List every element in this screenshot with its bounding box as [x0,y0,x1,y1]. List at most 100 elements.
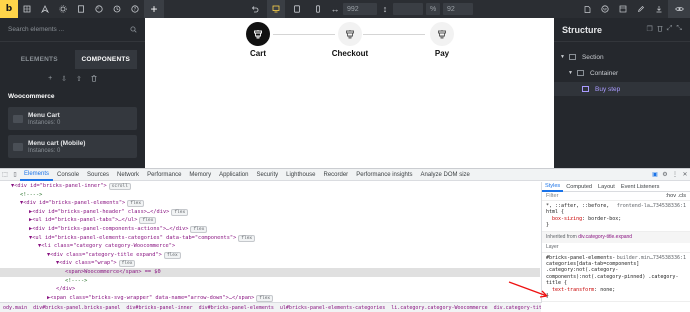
devtools-tab[interactable]: Console [53,169,83,181]
devtools-tab[interactable]: Lighthouse [282,169,319,181]
layout-badge[interactable]: flex [118,260,136,268]
breadcrumb-item[interactable]: div.category-title.expand [491,303,541,312]
step-pay[interactable]: Pay [412,22,472,58]
styles-tab[interactable]: Computed [563,182,595,192]
pages-icon[interactable] [72,0,90,18]
tab-elements[interactable]: ELEMENTS [8,50,71,69]
dom-node-line[interactable]: </div> [0,285,540,294]
layout-badge[interactable]: flex [238,234,256,242]
chevron-down-icon[interactable]: ▼ [560,54,565,60]
devtools-tab[interactable]: Analyze DOM size [417,169,474,181]
layout-badge[interactable]: flex [256,294,274,302]
download-icon[interactable] [650,0,668,18]
devtools-tab[interactable]: Elements [20,169,54,181]
component-item[interactable]: Menu Cart Instances: 0 [8,107,137,130]
step-checkout[interactable]: Checkout [320,22,380,58]
tab-components[interactable]: COMPONENTS [74,50,137,69]
copy-icon[interactable]: ❐ [647,25,653,34]
expand-icon[interactable]: ⤢ [667,25,673,34]
template-icon[interactable] [614,0,632,18]
settings-icon[interactable] [54,0,72,18]
dom-node-line[interactable]: ▼<div class="category-title expand"> flex [0,251,540,260]
dom-node-line[interactable]: ▶<ul id="bricks-panel-tabs">…</ul> flex [0,216,540,225]
dom-node-line[interactable]: <span>Woocommerce</span> == $0 [0,267,540,277]
wordpress-icon[interactable]: W [596,0,614,18]
dom-node-line[interactable]: ▼<div id="bricks-panel-elements"> flex [0,199,540,208]
category-title[interactable]: Woocommerce [0,90,145,102]
dom-node-line[interactable]: ▼<ul id="bricks-panel-elements-categorie… [0,234,540,243]
devtools-tab[interactable]: Performance [143,169,185,181]
dom-tree[interactable]: ▼<div id="bricks-panel-inner"> scroll <!--… [0,182,540,303]
import-icon[interactable]: ⇩ [61,75,67,84]
more-options-icon[interactable]: ⋮ [670,171,680,178]
breadcrumb-item[interactable]: div#bricks-panel.bricks-panel [30,303,123,312]
styles-tab[interactable]: Event Listeners [618,182,663,192]
devtools-tab[interactable]: Performance insights [352,169,416,181]
zoom-input[interactable]: 92 [443,3,473,15]
devtools-tab[interactable]: Network [113,169,143,181]
component-item[interactable]: Menu cart (Mobile) Instances: 0 [8,135,137,158]
breakpoint-width-input[interactable]: 992 [343,3,377,15]
breakpoint-height-input[interactable] [393,3,423,15]
devtools-tab[interactable]: Recorder [320,169,353,181]
structure-item-section[interactable]: ▼ Section [554,50,690,64]
preview-eye-icon[interactable] [668,0,690,18]
structure-item-container[interactable]: ▼ Container [554,66,690,80]
step-cart[interactable]: Cart [228,22,288,58]
export-icon[interactable]: ⇧ [76,75,82,84]
mobile-breakpoint-icon[interactable] [309,0,327,18]
dom-node-line[interactable]: ▼<li class="category category-Woocommerc… [0,242,540,251]
tablet-breakpoint-icon[interactable] [288,0,306,18]
undo-icon[interactable] [246,0,264,18]
breadcrumb-item[interactable]: li.category.category-Woocommerce [388,303,490,312]
elements-icon[interactable] [18,0,36,18]
search-input[interactable]: Search elements ... [8,26,64,33]
dom-node-line[interactable]: ▶<div id="bricks-panel-components-action… [0,225,540,234]
collapse-icon[interactable]: ⤡ [676,25,682,34]
close-icon[interactable]: ✕ [680,171,690,178]
layout-badge[interactable]: flex [171,208,189,216]
dom-node-line[interactable]: <!----> [0,277,540,286]
devtools-tab[interactable]: Memory [185,169,215,181]
styles-filter-input[interactable]: Filter [546,193,558,199]
breadcrumb-item[interactable]: ul#bricks-panel-elements-categories [277,303,388,312]
devtools-tab[interactable]: Security [252,169,282,181]
layout-badge[interactable]: flex [139,217,157,225]
state-tools[interactable]: :hov .cls [665,193,686,199]
delete-icon[interactable] [657,25,663,34]
settings-gear-icon[interactable]: ⚙ [660,171,670,178]
history-icon[interactable] [108,0,126,18]
rule-source[interactable]: frontend-la…734538336:1 [617,203,686,209]
breadcrumb-item[interactable]: div#bricks-panel-elements [196,303,277,312]
add-component-icon[interactable]: + [48,75,52,84]
color-palette-icon[interactable] [90,0,108,18]
layout-badge[interactable]: flex [127,200,145,208]
dom-node-line[interactable]: <!----> [0,191,540,200]
help-icon[interactable]: ? [126,0,144,18]
desktop-breakpoint-icon[interactable] [267,0,285,18]
device-toggle-icon[interactable]: ▯ [10,171,20,178]
layout-badge[interactable]: flex [163,251,181,259]
preview-icon[interactable] [578,0,596,18]
devtools-tab[interactable]: Sources [83,169,113,181]
devtools-tab[interactable]: Application [215,169,252,181]
breadcrumb-item[interactable]: div#bricks-panel-inner [123,303,195,312]
breadcrumb-item[interactable]: ody.main [0,303,30,312]
layout-badge[interactable]: flex [190,225,208,233]
dom-node-line[interactable]: ▼<div id="bricks-panel-inner"> scroll [0,182,540,191]
bricks-logo-button[interactable]: b [0,0,18,18]
styles-tab[interactable]: Layout [595,182,618,192]
chevron-down-icon[interactable]: ▼ [568,70,573,76]
trash-icon[interactable] [91,75,97,84]
layout-badge[interactable]: scroll [108,183,131,190]
styles-tab[interactable]: Styles [542,182,564,192]
add-element-button[interactable]: + [144,0,164,18]
dom-node-line[interactable]: ▼<div class="wrap"> flex [0,259,540,268]
edit-icon[interactable] [632,0,650,18]
dom-node-line[interactable]: ▶<div id="bricks-panel-header" class>…</… [0,208,540,217]
navigator-icon[interactable] [36,0,54,18]
issues-icon[interactable]: ▣ [650,171,660,178]
inspect-icon[interactable]: ⬚ [0,171,10,178]
structure-item-buy-step[interactable]: Buy step [554,82,690,96]
inherited-element-link[interactable]: div.category-title.expand [578,234,632,240]
